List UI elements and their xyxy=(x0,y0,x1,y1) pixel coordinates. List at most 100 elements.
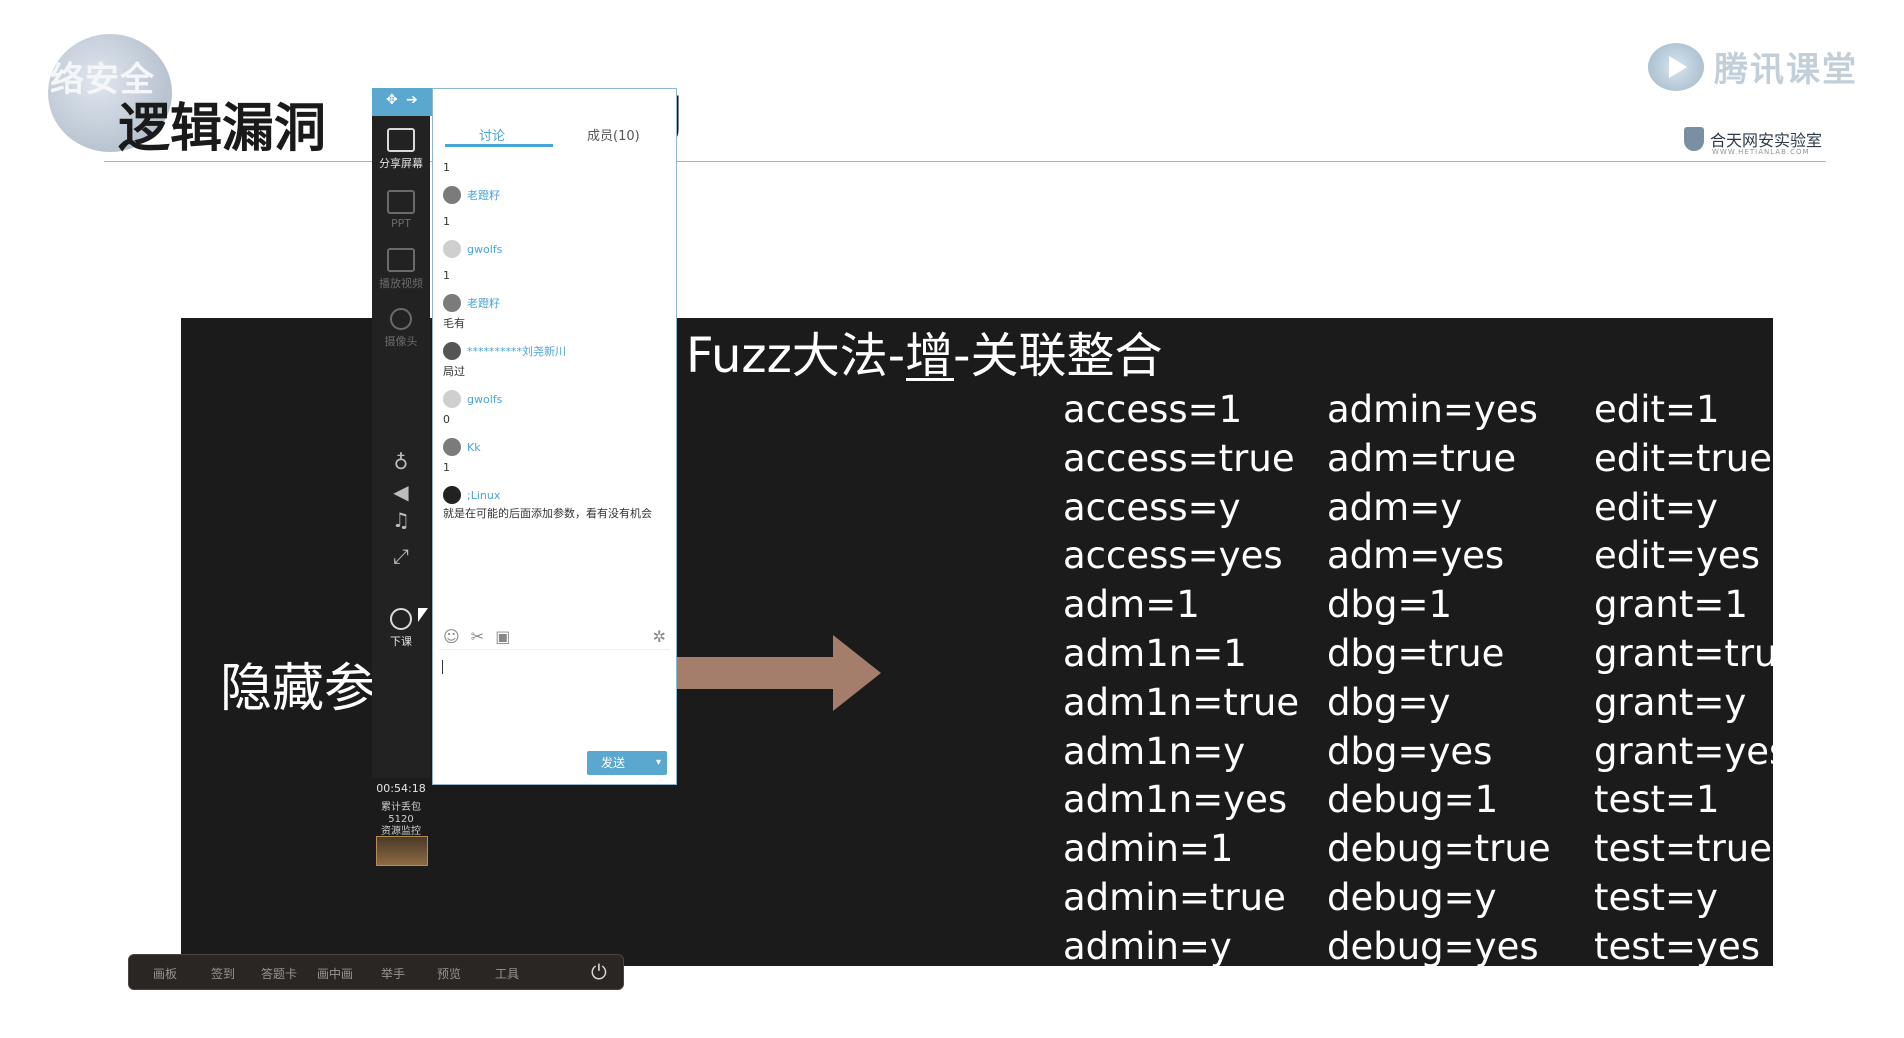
param-item: access=true xyxy=(1063,436,1295,480)
toolbar-item-pip[interactable]: 画中画 xyxy=(317,965,353,982)
share-screen-icon xyxy=(387,128,415,152)
username[interactable]: ;Linux xyxy=(467,489,500,502)
power-icon[interactable]: ⏻ xyxy=(591,960,607,984)
param-item: dbg=true xyxy=(1327,631,1505,675)
gear-icon[interactable]: ✲ xyxy=(653,627,666,646)
param-item: adm1n=yes xyxy=(1063,778,1288,822)
chat-toolbar: ☺ ✂ ▣ ✲ xyxy=(443,627,668,646)
param-item: access=y xyxy=(1063,485,1241,529)
stats-label: 累计丢包 xyxy=(381,802,421,813)
microphone-icon[interactable]: ♁ xyxy=(372,450,430,474)
video-icon xyxy=(387,248,415,272)
param-item: debug=y xyxy=(1327,875,1497,919)
avatar xyxy=(443,186,461,204)
message-user: gwolfs xyxy=(443,237,668,261)
param-item: debug=true xyxy=(1327,827,1551,871)
param-item: dbg=yes xyxy=(1327,729,1493,773)
param-item: admin=1 xyxy=(1063,827,1234,871)
toolbar-item-raise-hand[interactable]: 举手 xyxy=(381,965,405,982)
username[interactable]: **********刘尧新川 xyxy=(467,343,566,359)
shield-icon xyxy=(1684,127,1704,151)
param-item: access=yes xyxy=(1063,534,1283,578)
ppt-label: PPT xyxy=(391,217,411,230)
toolbar-item-answer-card[interactable]: 答题卡 xyxy=(261,965,297,982)
fullscreen-icon[interactable]: ⤢ xyxy=(372,544,430,568)
param-item: test=1 xyxy=(1594,778,1720,822)
tab-members[interactable]: 成员(10) xyxy=(587,125,640,144)
end-class-icon xyxy=(390,608,412,630)
param-item: adm1n=1 xyxy=(1063,631,1247,675)
toolbar-item-tools[interactable]: 工具 xyxy=(495,965,519,982)
message-text: 1 xyxy=(443,161,450,174)
camera-label: 摄像头 xyxy=(384,335,418,348)
param-item: edit=y xyxy=(1594,485,1718,529)
camera-icon xyxy=(390,308,412,330)
param-column-1: access=1 access=true access=y access=yes… xyxy=(1063,386,1299,972)
ppt-icon xyxy=(387,190,415,214)
username[interactable]: 老蹬籽 xyxy=(467,187,500,203)
avatar xyxy=(443,294,461,312)
title-underline xyxy=(906,378,954,381)
param-column-3: edit=1 edit=true edit=y edit=yes grant=1… xyxy=(1594,386,1800,972)
settings-icon[interactable]: ✥ xyxy=(386,92,398,108)
param-item: adm=1 xyxy=(1063,583,1200,627)
chat-input[interactable] xyxy=(439,649,670,730)
param-item: test=y xyxy=(1594,875,1718,919)
header-divider xyxy=(104,161,1826,162)
play-logo-icon xyxy=(1648,42,1704,91)
text-caret xyxy=(442,660,443,674)
toolbar-item-signin[interactable]: 签到 xyxy=(211,965,235,982)
param-item: grant=1 xyxy=(1594,583,1748,627)
chat-tabs: 讨论 成员(10) xyxy=(433,117,676,147)
message-text: 毛有 xyxy=(443,317,465,330)
param-item: edit=1 xyxy=(1594,388,1720,431)
ppt-button[interactable]: PPT xyxy=(372,190,430,230)
message-text: 1 xyxy=(443,215,450,228)
toolbar-item-whiteboard[interactable]: 画板 xyxy=(153,965,177,982)
avatar xyxy=(443,240,461,258)
play-video-button[interactable]: 播放视频 xyxy=(372,248,430,291)
chat-panel: 讨论 成员(10) 1 老蹬籽 1 gwolfs 1 老蹬籽 毛有 ******… xyxy=(432,88,677,785)
pin-arrow-icon[interactable]: ➔ xyxy=(406,92,418,108)
slide-title-text: Fuzz大法-增-关联整合 xyxy=(686,328,1163,384)
username[interactable]: Kk xyxy=(467,441,481,454)
param-item: access=1 xyxy=(1063,388,1243,431)
message-user: **********刘尧新川 xyxy=(443,339,668,363)
username[interactable]: 老蹬籽 xyxy=(467,295,500,311)
stats-value: 5120 xyxy=(388,814,414,825)
message-user: ;Linux xyxy=(443,483,668,507)
send-button[interactable]: 发送 xyxy=(587,751,667,775)
param-item: debug=yes xyxy=(1327,924,1539,968)
message-user: gwolfs xyxy=(443,387,668,411)
stats-block: 累计丢包 5120 资源监控 xyxy=(372,802,430,838)
speaker-icon[interactable]: ◀ xyxy=(372,480,430,504)
toolbar-item-preview[interactable]: 预览 xyxy=(437,965,461,982)
message-text: 1 xyxy=(443,461,450,474)
image-icon[interactable]: ▣ xyxy=(495,627,510,646)
message-user: 老蹬籽 xyxy=(443,291,668,315)
param-item: dbg=1 xyxy=(1327,583,1453,627)
param-item: grant=y xyxy=(1594,680,1747,724)
avatar xyxy=(443,486,461,504)
username[interactable]: gwolfs xyxy=(467,393,502,406)
hidden-param-label: 隐藏参 xyxy=(220,659,377,719)
music-icon[interactable]: ♫ xyxy=(372,508,430,532)
share-screen-button[interactable]: 分享屏幕 xyxy=(372,128,430,171)
message-user: Kk xyxy=(443,435,668,459)
param-item: edit=true xyxy=(1594,436,1772,480)
classroom-sidebar: 分享屏幕 PPT 播放视频 摄像头 ♁ ◀ ♫ ⤢ 下课 00:54:18 累计… xyxy=(372,88,430,866)
username[interactable]: gwolfs xyxy=(467,243,502,256)
param-item: test=yes xyxy=(1594,924,1760,968)
resource-meter xyxy=(376,836,428,866)
class-timer: 00:54:18 xyxy=(376,782,426,795)
scissors-icon[interactable]: ✂ xyxy=(471,627,484,646)
arrow-shape xyxy=(671,635,881,711)
emoji-icon[interactable]: ☺ xyxy=(443,627,460,646)
message-user: 老蹬籽 xyxy=(443,183,668,207)
message-text: 1 xyxy=(443,269,450,282)
mouse-cursor-icon xyxy=(418,608,428,622)
camera-button[interactable]: 摄像头 xyxy=(372,308,430,349)
tab-discuss[interactable]: 讨论 xyxy=(479,125,505,144)
share-screen-label: 分享屏幕 xyxy=(379,157,423,170)
message-list: 1 老蹬籽 1 gwolfs 1 老蹬籽 毛有 **********刘尧新川 局… xyxy=(443,149,668,521)
